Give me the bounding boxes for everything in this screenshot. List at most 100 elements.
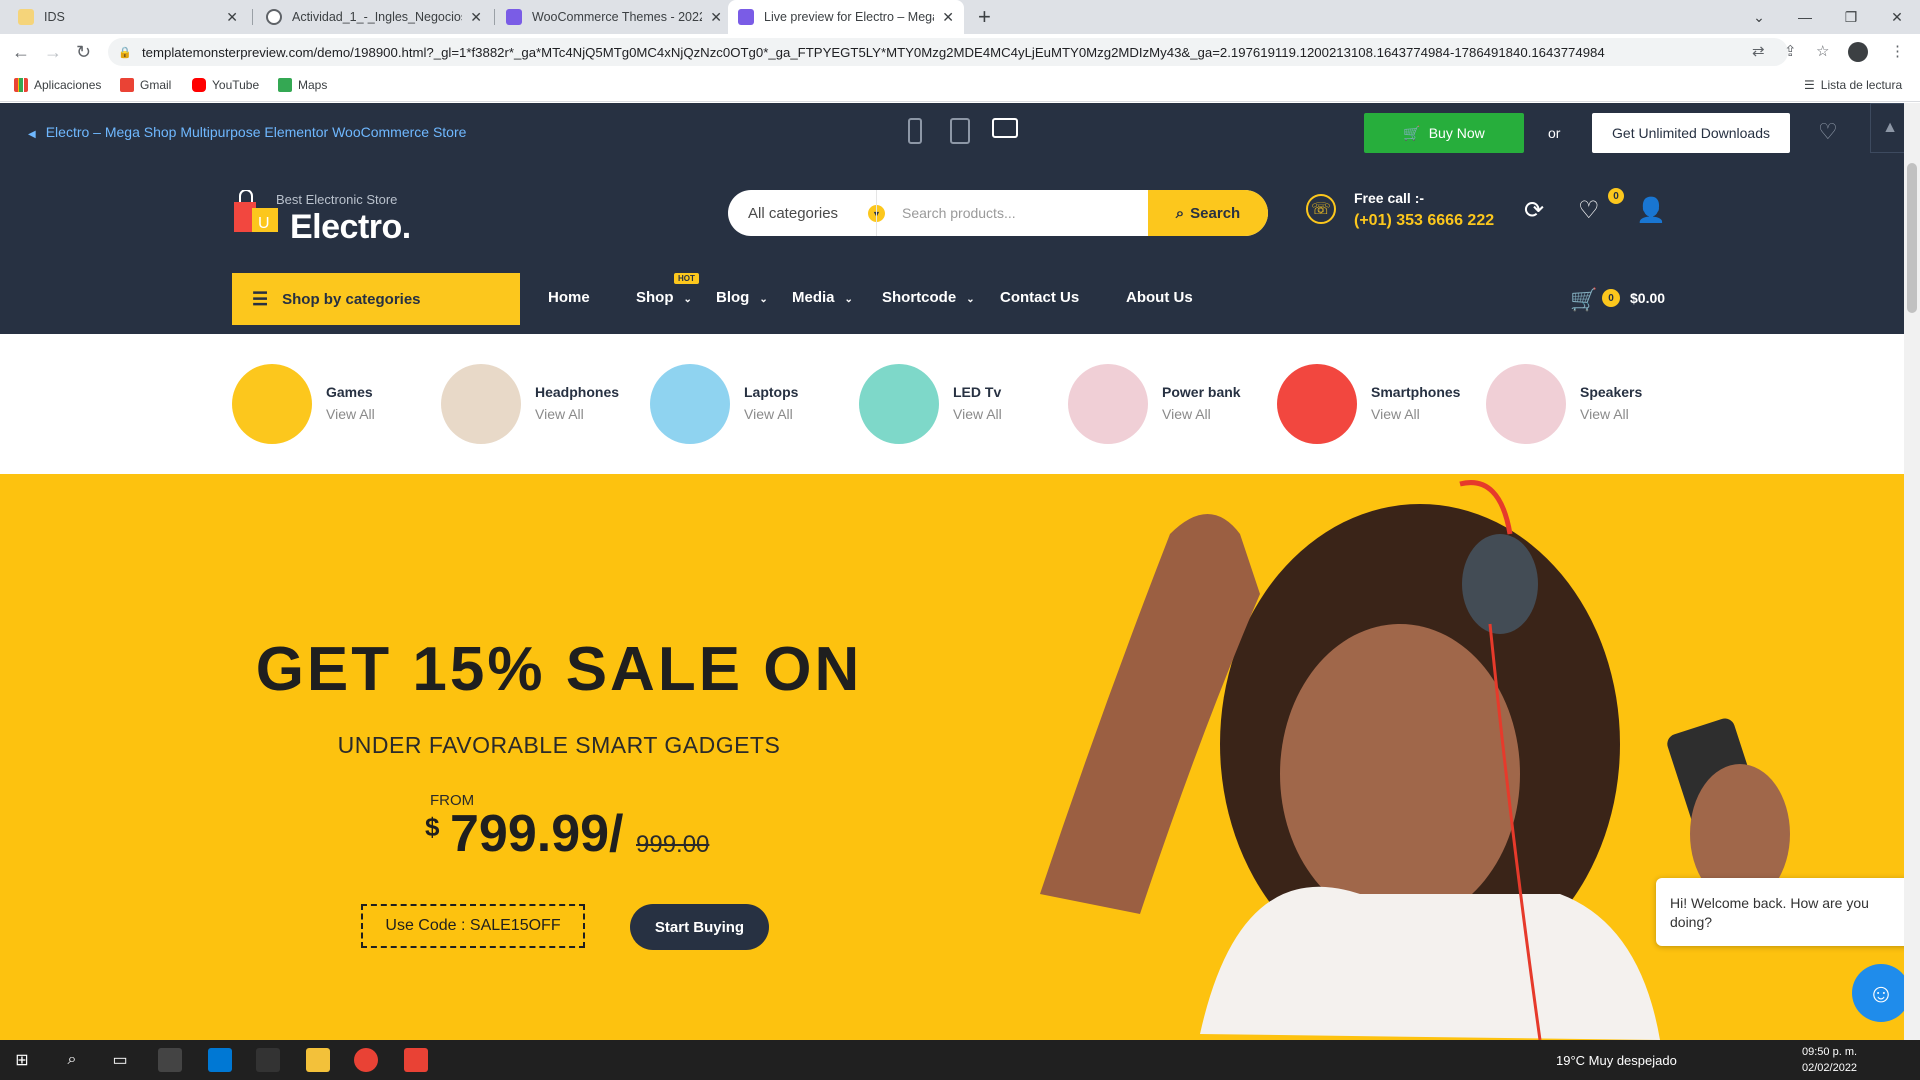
nav-about-us[interactable]: About Us [1126,289,1193,306]
tablet-view-icon[interactable] [950,118,970,144]
bookmark-maps[interactable]: Maps [278,78,327,92]
nav-media[interactable]: Media ⌄ [792,289,853,306]
browser-tab[interactable]: Actividad_1_-_Ingles_Negocios_I ✕ [256,0,492,34]
category-headphones[interactable]: Headphones View All [441,364,641,444]
reload-icon[interactable]: ↻ [76,42,91,63]
maximize-button[interactable]: ❐ [1828,0,1874,34]
menu-kebab-icon[interactable]: ⋮ [1890,42,1905,60]
cart-icon[interactable]: 🛒 [1570,287,1597,313]
category-view-all[interactable]: View All [953,406,1002,422]
weather-widget[interactable]: 19°C Muy despejado [1556,1053,1677,1068]
category-name[interactable]: LED Tv [953,384,1001,400]
tab-search-icon[interactable]: ⌄ [1736,0,1782,34]
preview-back-link[interactable]: ◀ Electro – Mega Shop Multipurpose Elemen… [28,124,466,140]
chevron-down-icon: ⌄ [844,294,853,305]
category-view-all[interactable]: View All [535,406,584,422]
nav-home[interactable]: Home [548,289,590,306]
category-view-all[interactable]: View All [1580,406,1629,422]
file-explorer-icon[interactable] [306,1048,330,1072]
start-buying-button[interactable]: Start Buying [630,904,769,950]
minimize-button[interactable]: — [1782,0,1828,34]
phone-number[interactable]: (+01) 353 6666 222 [1354,212,1494,230]
close-tab-icon[interactable]: ✕ [226,9,238,26]
category-name[interactable]: Laptops [744,384,798,400]
compare-icon[interactable]: ⟳ [1524,196,1544,225]
category-name[interactable]: Speakers [1580,384,1642,400]
scrollbar-thumb[interactable] [1907,163,1917,313]
bookmark-youtube[interactable]: YouTube [192,78,259,92]
brand-name[interactable]: Electro. [290,208,411,247]
address-bar[interactable]: 🔒 templatemonsterpreview.com/demo/198900… [108,38,1788,66]
camera-app-icon[interactable] [256,1048,280,1072]
mobile-view-icon[interactable] [908,118,922,144]
nav-contact-us[interactable]: Contact Us [1000,289,1079,306]
hero-headline: GET 15% SALE ON [255,635,863,704]
category-name[interactable]: Headphones [535,384,619,400]
browser-tab-bar: IDS ✕ Actividad_1_-_Ingles_Negocios_I ✕ … [0,0,1920,34]
search-input[interactable]: Search products... [902,205,1016,221]
category-view-all[interactable]: View All [1162,406,1211,422]
category-laptops[interactable]: Laptops View All [650,364,850,444]
sale-price: 799.99/ [450,805,624,863]
bookmark-star-icon[interactable]: ☆ [1816,42,1829,60]
shopping-bag-logo-icon[interactable]: U [232,190,282,234]
system-clock[interactable]: 09:50 p. m. 02/02/2022 [1802,1044,1857,1076]
url-text[interactable]: templatemonsterpreview.com/demo/198900.h… [142,45,1605,60]
coupon-code[interactable]: Use Code : SALE15OFF [361,904,585,948]
chevron-down-icon: ⌄ [966,294,975,305]
page-scrollbar[interactable] [1904,103,1920,1040]
heart-icon[interactable]: ♡ [1818,119,1838,145]
category-speakers[interactable]: Speakers View All [1486,364,1686,444]
browser-tab[interactable]: IDS ✕ [8,0,248,34]
new-tab-button[interactable]: + [978,4,991,30]
category-name[interactable]: Smartphones [1371,384,1460,400]
category-view-all[interactable]: View All [1371,406,1420,422]
nav-blog[interactable]: Blog ⌄ [716,289,768,306]
cart-total[interactable]: $0.00 [1630,290,1665,306]
bookmark-gmail[interactable]: Gmail [120,78,171,92]
back-icon[interactable]: ← [12,42,30,63]
wishlist-heart-icon[interactable]: ♡ [1578,196,1600,225]
profile-avatar[interactable] [1848,42,1868,62]
app-icon[interactable] [404,1048,428,1072]
desktop-view-icon[interactable] [992,118,1018,138]
templatemonster-favicon-icon [506,9,522,25]
chat-bot-icon[interactable]: ☺ [1852,964,1910,1022]
task-view-icon[interactable]: ▭ [108,1048,132,1072]
category-name[interactable]: Power bank [1162,384,1241,400]
category-power-bank[interactable]: Power bank View All [1068,364,1268,444]
category-select[interactable]: All categories [748,205,838,222]
user-account-icon[interactable]: 👤 [1636,196,1666,225]
close-window-button[interactable]: ✕ [1874,0,1920,34]
nav-shop[interactable]: Shop ⌄ [636,289,692,306]
translate-icon[interactable]: ⇄ [1752,42,1765,60]
bookmark-apps[interactable]: Aplicaciones [14,78,101,92]
buy-now-button[interactable]: 🛒 Buy Now [1364,113,1524,153]
lock-icon[interactable]: 🔒 [118,46,132,59]
browser-tab[interactable]: WooCommerce Themes - 2022's ✕ [496,0,732,34]
search-icon[interactable]: ⌕ [60,1048,84,1072]
category-led-tv[interactable]: LED Tv View All [859,364,1059,444]
share-icon[interactable]: ⇪ [1784,42,1797,60]
category-smartphones[interactable]: Smartphones View All [1277,364,1477,444]
forward-icon[interactable]: → [44,42,62,63]
shop-by-categories-button[interactable]: ☰ Shop by categories [232,273,520,325]
category-name[interactable]: Games [326,384,373,400]
chrome-icon[interactable] [354,1048,378,1072]
category-view-all[interactable]: View All [744,406,793,422]
chat-welcome-bubble[interactable]: Hi! Welcome back. How are you doing? [1656,878,1912,946]
power-bank-icon [1068,364,1148,444]
close-tab-icon[interactable]: ✕ [942,9,954,26]
category-view-all[interactable]: View All [326,406,375,422]
unlimited-downloads-button[interactable]: Get Unlimited Downloads [1592,113,1790,153]
reading-list[interactable]: ☰ Lista de lectura [1804,78,1902,92]
close-tab-icon[interactable]: ✕ [470,9,482,26]
search-button[interactable]: ⌕ Search [1148,190,1268,236]
store-icon[interactable] [208,1048,232,1072]
windows-start-icon[interactable]: ⊞ [10,1048,34,1072]
browser-tab-active[interactable]: Live preview for Electro – Mega S ✕ [728,0,964,34]
close-tab-icon[interactable]: ✕ [710,9,722,26]
app-icon[interactable] [158,1048,182,1072]
category-games[interactable]: Games View All [232,364,432,444]
nav-shortcode[interactable]: Shortcode ⌄ [882,289,975,306]
